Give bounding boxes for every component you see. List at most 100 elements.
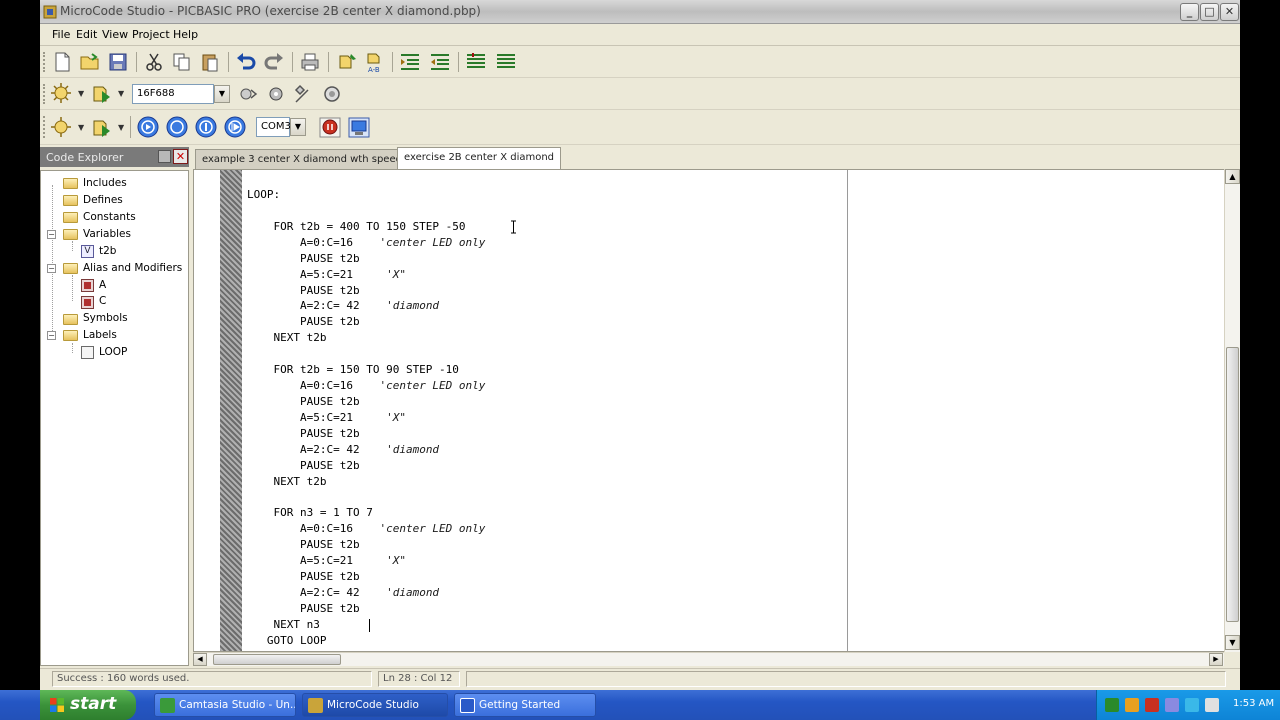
- code-line[interactable]: NEXT n3: [247, 618, 319, 631]
- com-port-select-arrow-icon[interactable]: ▼: [290, 118, 306, 136]
- horizontal-scroll-thumb[interactable]: [213, 654, 341, 665]
- cut-button[interactable]: [142, 50, 166, 74]
- comment-button[interactable]: [464, 50, 488, 74]
- menu-edit[interactable]: Edit: [76, 28, 97, 41]
- new-file-button[interactable]: [50, 50, 74, 74]
- code-line[interactable]: NEXT t2b: [247, 331, 326, 344]
- debug-program-button[interactable]: [90, 115, 114, 139]
- code-line[interactable]: PAUSE t2b: [247, 459, 360, 472]
- print-button[interactable]: [298, 50, 322, 74]
- tray-shield-icon[interactable]: [1125, 698, 1139, 712]
- code-line[interactable]: NEXT t2b: [247, 475, 326, 488]
- loader-button[interactable]: [318, 115, 342, 139]
- tree-includes[interactable]: Includes: [83, 177, 127, 189]
- task-microcode-studio[interactable]: MicroCode Studio: [302, 693, 448, 717]
- code-line[interactable]: FOR t2b = 400 TO 150 STEP -50: [247, 220, 465, 233]
- code-line[interactable]: A=0:C=16 'center LED only: [247, 379, 485, 392]
- tray-app-icon[interactable]: [1185, 698, 1199, 712]
- save-button[interactable]: [106, 50, 130, 74]
- title-bar[interactable]: MicroCode Studio - PICBASIC PRO (exercis…: [40, 0, 1240, 24]
- code-line[interactable]: LOOP:: [247, 188, 280, 201]
- debug-program-dropdown-arrow-icon[interactable]: ▼: [118, 123, 124, 132]
- vertical-scrollbar[interactable]: ▲ ▼: [1224, 169, 1240, 652]
- collapse-icon[interactable]: −: [47, 331, 56, 340]
- code-line[interactable]: FOR n3 = 1 TO 7: [247, 506, 372, 519]
- toolbar-grip[interactable]: [43, 84, 47, 104]
- compile-button[interactable]: [50, 81, 74, 105]
- code-line[interactable]: PAUSE t2b: [247, 602, 360, 615]
- scroll-up-icon[interactable]: ▲: [1225, 169, 1240, 184]
- code-line[interactable]: GOTO LOOP: [247, 634, 327, 647]
- scroll-right-icon[interactable]: ▶: [1209, 653, 1223, 666]
- ice-button[interactable]: [347, 115, 371, 139]
- compile-program-button[interactable]: [90, 81, 114, 105]
- code-line[interactable]: A=5:C=21 'X": [247, 554, 406, 567]
- maximize-button[interactable]: □: [1200, 3, 1219, 21]
- editor-gutter[interactable]: [220, 170, 242, 651]
- debug-compile-button[interactable]: [50, 115, 74, 139]
- code-line[interactable]: A=0:C=16 'center LED only: [247, 236, 485, 249]
- step-button[interactable]: [223, 115, 247, 139]
- open-file-button[interactable]: [78, 50, 102, 74]
- code-line[interactable]: PAUSE t2b: [247, 252, 360, 265]
- tray-alert-icon[interactable]: [1145, 698, 1159, 712]
- pause-button[interactable]: [194, 115, 218, 139]
- code-line[interactable]: A=2:C= 42 'diamond: [247, 586, 439, 599]
- tab-example-3[interactable]: example 3 center X diamond wth speed up: [195, 149, 425, 169]
- tools-button[interactable]: [292, 82, 316, 106]
- code-line[interactable]: A=0:C=16 'center LED only: [247, 522, 485, 535]
- tray-volume-icon[interactable]: [1165, 698, 1179, 712]
- tab-exercise-2b[interactable]: exercise 2B center X diamond: [397, 147, 562, 169]
- menu-project[interactable]: Project: [132, 28, 170, 41]
- code-line[interactable]: PAUSE t2b: [247, 538, 360, 551]
- indent-button[interactable]: [398, 50, 422, 74]
- tree-alias-c[interactable]: C: [99, 295, 106, 307]
- vertical-scroll-thumb[interactable]: [1226, 347, 1239, 622]
- code-editor[interactable]: LOOP: FOR t2b = 400 TO 150 STEP -50 A=0:…: [193, 169, 1240, 652]
- copy-button[interactable]: [170, 50, 194, 74]
- find-button[interactable]: [336, 50, 360, 74]
- compile-dropdown-arrow-icon[interactable]: ▼: [78, 89, 84, 98]
- scroll-left-icon[interactable]: ◀: [193, 653, 207, 666]
- outdent-button[interactable]: [428, 50, 452, 74]
- redo-button[interactable]: [262, 50, 286, 74]
- options-button[interactable]: [320, 82, 344, 106]
- tree-variable-t2b[interactable]: t2b: [99, 245, 116, 257]
- code-line[interactable]: PAUSE t2b: [247, 315, 360, 328]
- run-button[interactable]: [136, 115, 160, 139]
- code-line[interactable]: FOR t2b = 150 TO 90 STEP -10: [247, 363, 458, 376]
- com-port-select[interactable]: COM3: [256, 117, 291, 137]
- collapse-icon[interactable]: −: [47, 264, 56, 273]
- debug-dropdown-arrow-icon[interactable]: ▼: [78, 123, 84, 132]
- tree-symbols[interactable]: Symbols: [83, 312, 128, 324]
- find-replace-button[interactable]: A-B: [364, 50, 388, 74]
- menu-view[interactable]: View: [102, 28, 128, 41]
- tree-alias-modifiers[interactable]: Alias and Modifiers: [83, 262, 182, 274]
- device-select-arrow-icon[interactable]: ▼: [214, 85, 230, 103]
- device-select[interactable]: 16F688: [132, 84, 214, 104]
- task-getting-started[interactable]: Getting Started: [454, 693, 596, 717]
- tree-constants[interactable]: Constants: [83, 211, 136, 223]
- tray-network-icon[interactable]: [1105, 698, 1119, 712]
- menu-help[interactable]: Help: [173, 28, 198, 41]
- collapse-icon[interactable]: −: [47, 230, 56, 239]
- tree-labels[interactable]: Labels: [83, 329, 117, 341]
- tree-label-loop[interactable]: LOOP: [99, 346, 127, 358]
- check-syntax-button[interactable]: [236, 82, 260, 106]
- scroll-down-icon[interactable]: ▼: [1225, 635, 1240, 650]
- minimize-button[interactable]: _: [1180, 3, 1199, 21]
- horizontal-scrollbar[interactable]: ◀ ▶: [193, 652, 1224, 666]
- task-camtasia[interactable]: Camtasia Studio - Un...: [154, 693, 296, 717]
- code-line[interactable]: A=2:C= 42 'diamond: [247, 299, 439, 312]
- paste-button[interactable]: [198, 50, 222, 74]
- code-line[interactable]: A=2:C= 42 'diamond: [247, 443, 439, 456]
- menu-file[interactable]: File: [52, 28, 70, 41]
- tree-variables[interactable]: Variables: [83, 228, 131, 240]
- pin-icon[interactable]: [158, 150, 171, 163]
- stop-button[interactable]: [165, 115, 189, 139]
- code-line[interactable]: PAUSE t2b: [247, 395, 360, 408]
- toolbar-grip[interactable]: [43, 116, 47, 138]
- tree-defines[interactable]: Defines: [83, 194, 123, 206]
- tray-misc-icon[interactable]: [1205, 698, 1219, 712]
- code-line[interactable]: PAUSE t2b: [247, 284, 360, 297]
